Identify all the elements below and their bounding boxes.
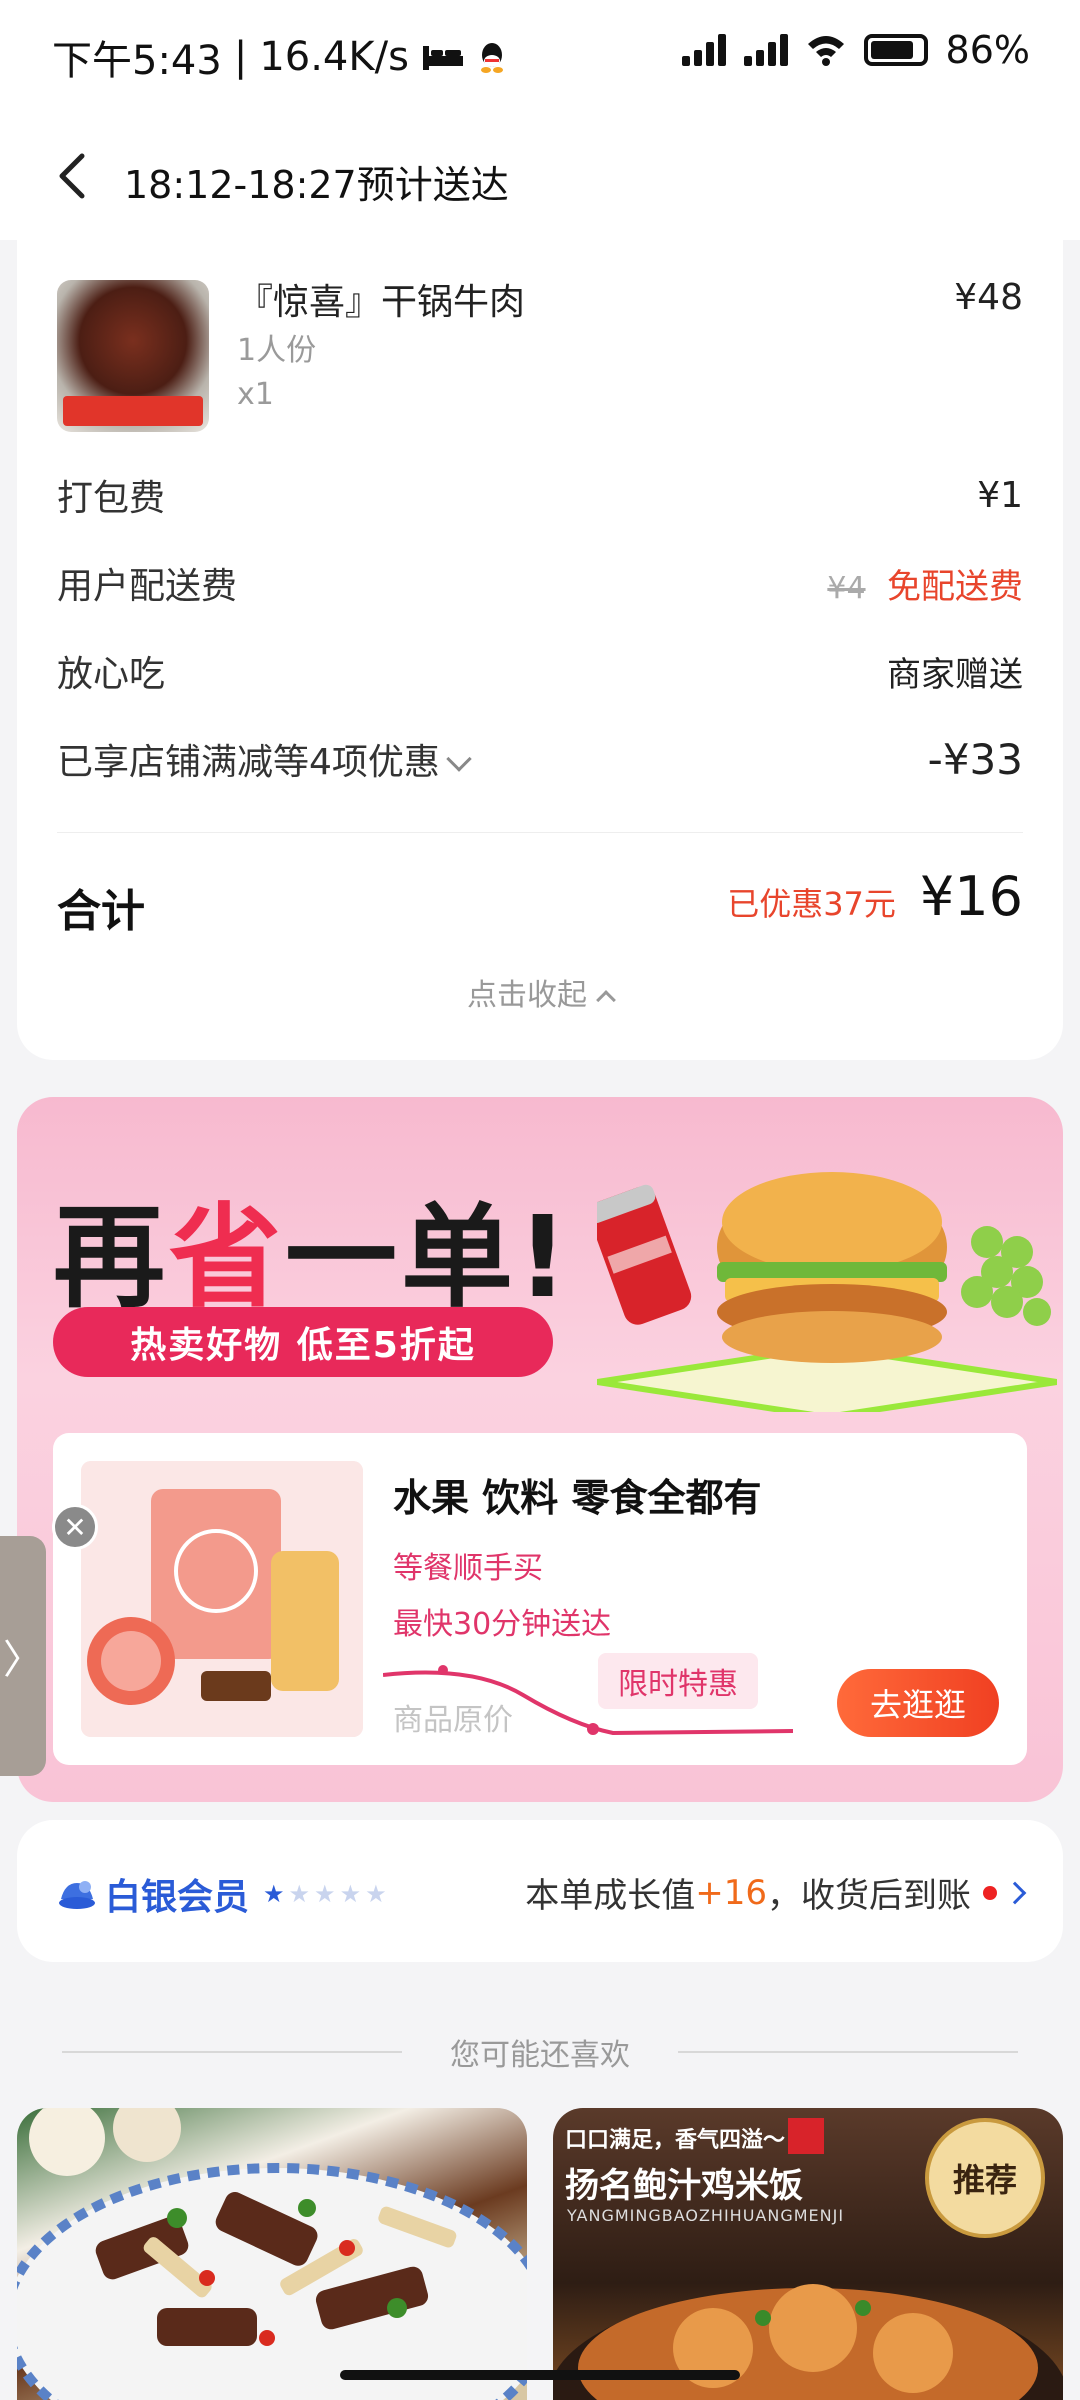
- chevron-down-icon: [446, 746, 472, 772]
- recommend-badge: 推荐: [925, 2118, 1045, 2238]
- growth-text-after: ，收货后到账: [767, 1876, 971, 1916]
- collapse-button[interactable]: 点击收起: [17, 970, 1063, 1014]
- dish-price: ¥48: [954, 277, 1023, 318]
- wifi-icon: [807, 36, 844, 66]
- chevron-right-icon: 〉: [3, 1637, 43, 1683]
- go-shop-button[interactable]: 去逛逛: [837, 1669, 999, 1737]
- member-level: 白银会员 ★ ★ ★ ★ ★: [57, 1868, 387, 1920]
- dish-portion: 1人份: [237, 333, 317, 368]
- promo-line2: 最快30分钟送达: [393, 1607, 612, 1642]
- member-level-name: 白银会员: [105, 1877, 250, 1918]
- order-detail-card: 『惊喜』干锅牛肉 1人份 x1 ¥48 打包费 ¥1 用户配送费 ¥4 免配送费…: [17, 225, 1063, 1060]
- divider: [57, 832, 1023, 833]
- total-saved: 已优惠37元: [727, 885, 896, 923]
- recommend-title: 您可能还喜欢: [450, 2038, 630, 2073]
- assurance-label: 放心吃: [57, 654, 166, 695]
- delivery-fee-label: 用户配送费: [57, 566, 238, 607]
- status-left: 下午5:43 | 16.4K/s: [52, 28, 507, 86]
- promo-line1: 等餐顺手买: [393, 1551, 543, 1586]
- delivery-fee-row: 用户配送费 ¥4 免配送费: [57, 553, 1023, 613]
- member-card[interactable]: 白银会员 ★ ★ ★ ★ ★ 本单成长值 +16 ，收货后到账: [17, 1820, 1063, 1962]
- chevron-up-icon: [596, 990, 616, 1010]
- assurance-value: 商家赠送: [887, 654, 1023, 695]
- growth-value: +16: [695, 1872, 767, 1913]
- star-icon: ★: [263, 1880, 285, 1908]
- signal-icon: [681, 34, 726, 66]
- discount-value: -¥33: [927, 734, 1023, 784]
- notification-dot: [983, 1885, 997, 1900]
- status-bar: 下午5:43 | 16.4K/s 86%: [0, 0, 1080, 110]
- growth-info[interactable]: 本单成长值 +16 ，收货后到账: [525, 1868, 1027, 1917]
- status-time: 下午5:43: [52, 38, 222, 84]
- promo-subcard-title: 水果 饮料 零食全都有: [393, 1476, 762, 1520]
- total-value: ¥16: [919, 865, 1023, 928]
- divider: [678, 2051, 1018, 2053]
- dish-quantity: x1: [237, 377, 274, 412]
- divider: [62, 2051, 402, 2053]
- status-right: 86%: [681, 28, 1030, 72]
- battery-icon: [863, 34, 928, 66]
- qq-icon: [480, 43, 503, 73]
- total-summary: 已优惠37元 ¥16: [727, 865, 1023, 928]
- discount-row[interactable]: 已享店铺满减等4项优惠 -¥33: [57, 729, 1023, 789]
- promo-title: 再省一单!: [53, 1193, 573, 1323]
- bed-icon: [422, 46, 463, 70]
- recommend-card-2[interactable]: 口口满足，香气四溢～ 扬名鲍汁鸡米饭 YANGMINGBAOZHIHUANGME…: [553, 2108, 1063, 2400]
- card2-tagline: 口口满足，香气四溢～: [565, 2128, 786, 2153]
- growth-text-before: 本单成长值: [525, 1876, 696, 1916]
- chevron-right-icon: [1003, 1881, 1027, 1904]
- card2-pinyin: YANGMINGBAOZHIHUANGMENJI: [567, 2206, 845, 2225]
- promo-banner[interactable]: 再省一单! 热卖好物 低至5折起 水果 饮料 零食全都有 等餐顺手买 最快30分…: [17, 1097, 1063, 1802]
- card2-name: 扬名鲍汁鸡米饭: [565, 2166, 803, 2206]
- delivery-fee-value: 免配送费: [887, 566, 1023, 607]
- limited-offer-label: 限时特惠: [598, 1653, 758, 1709]
- packing-fee-row: 打包费 ¥1: [57, 465, 1023, 525]
- food-illustration: [597, 1172, 1057, 1412]
- promo-subcard[interactable]: 水果 饮料 零食全都有 等餐顺手买 最快30分钟送达 商品原价 限时特惠 去逛逛: [53, 1433, 1027, 1765]
- snacks-image: [81, 1461, 363, 1737]
- member-badge-icon: [59, 1881, 95, 1909]
- original-price-label: 商品原价: [393, 1703, 513, 1738]
- network-speed: 16.4K/s: [259, 34, 409, 80]
- assurance-row: 放心吃 商家赠送: [57, 641, 1023, 701]
- delivery-time-title: 18:12-18:27预计送达: [124, 163, 509, 207]
- signal-icon-2: [743, 34, 788, 66]
- back-arrow-icon[interactable]: [46, 148, 102, 204]
- home-indicator[interactable]: [340, 2370, 740, 2380]
- page-header: 18:12-18:27预计送达: [0, 110, 1080, 240]
- discount-label[interactable]: 已享店铺满减等4项优惠: [57, 733, 472, 785]
- star-icon: ★: [314, 1880, 336, 1908]
- recommend-header: 您可能还喜欢: [0, 2030, 1080, 2074]
- star-icon: ★: [288, 1880, 311, 1908]
- status-separator: |: [233, 34, 248, 80]
- packing-fee-label: 打包费: [57, 478, 166, 519]
- battery-level: 86%: [945, 28, 1030, 72]
- delivery-fee-original: ¥4: [827, 570, 866, 606]
- close-promo-icon[interactable]: ✕: [52, 1504, 98, 1550]
- dish-image[interactable]: [57, 280, 209, 432]
- member-stars: ★ ★ ★ ★ ★: [263, 1880, 387, 1908]
- packing-fee-value: ¥1: [977, 474, 1023, 516]
- promo-pill: 热卖好物 低至5折起: [53, 1307, 553, 1377]
- dish-name: 『惊喜』干锅牛肉: [237, 282, 526, 323]
- star-icon: ★: [365, 1880, 387, 1908]
- recommend-card-1[interactable]: [17, 2108, 527, 2400]
- dish-photo-1: [17, 2108, 527, 2400]
- total-label: 合计: [57, 886, 145, 937]
- star-icon: ★: [339, 1880, 362, 1908]
- side-drawer-handle[interactable]: 〉: [0, 1536, 46, 1776]
